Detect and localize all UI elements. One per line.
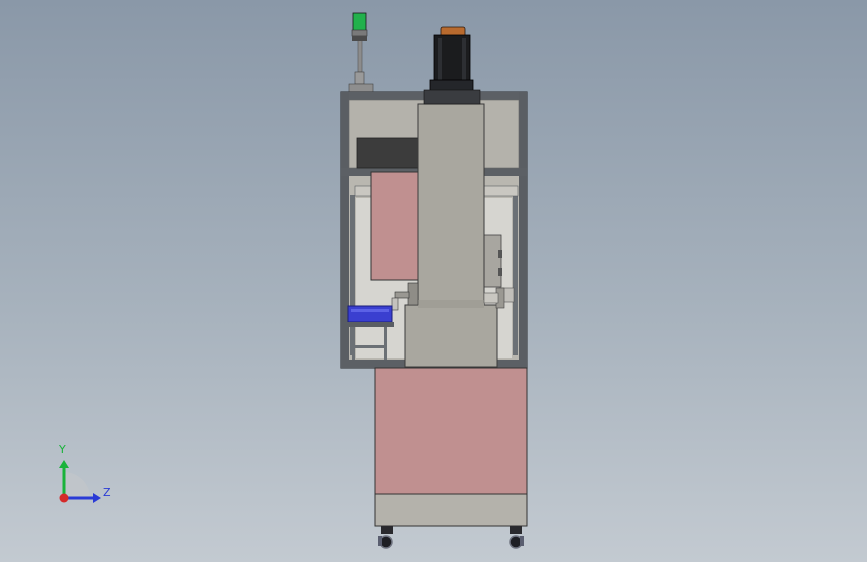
lower-cabinet — [374, 367, 528, 527]
x-axis-point-icon — [59, 493, 69, 503]
caster-left — [378, 526, 393, 549]
z-axis-label: Z — [103, 486, 111, 499]
cad-viewport[interactable]: Y Z — [0, 0, 867, 562]
machine-model[interactable] — [0, 0, 867, 562]
upper-door-panel — [370, 171, 420, 281]
signal-light-tower — [348, 12, 374, 93]
triad-arc-shape — [64, 472, 90, 498]
servo-motor — [423, 26, 481, 105]
y-axis-arrow-icon — [59, 460, 69, 468]
z-axis-arrow-icon — [93, 493, 101, 503]
caster-right — [509, 526, 524, 549]
press-column — [404, 103, 498, 368]
y-axis-label: Y — [59, 443, 66, 456]
